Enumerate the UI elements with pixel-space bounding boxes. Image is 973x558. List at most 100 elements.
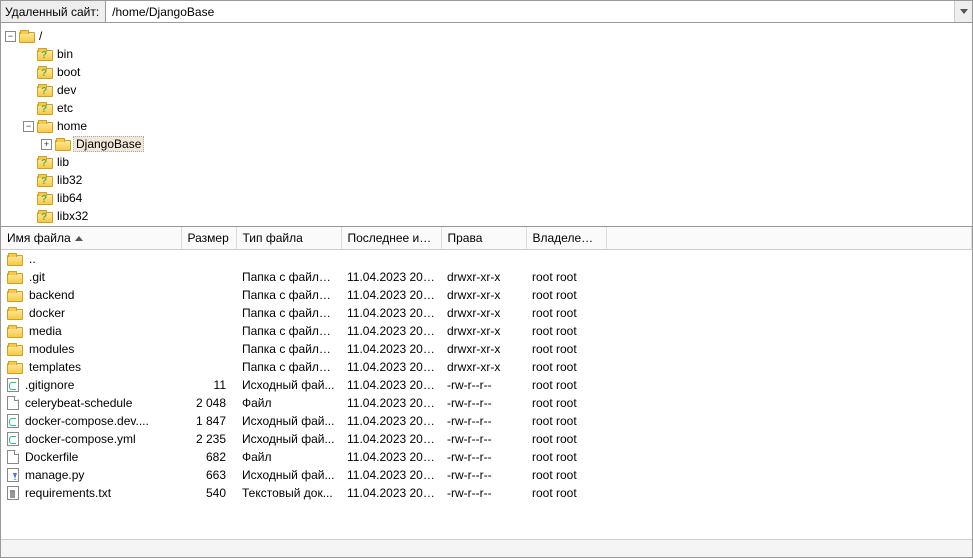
tree-node-label: bin — [55, 47, 73, 61]
tree-node[interactable]: etc — [1, 99, 972, 117]
tree-node[interactable]: dev — [1, 81, 972, 99]
cell-size — [181, 340, 236, 358]
file-name: templates — [29, 360, 81, 374]
tree-node-label: libx32 — [55, 209, 88, 223]
table-row[interactable]: Dockerfile682Файл11.04.2023 20:0...-rw-r… — [1, 448, 972, 466]
file-list-table: Имя файла Размер Тип файла Последнее из.… — [1, 227, 972, 502]
file-name: modules — [29, 342, 74, 356]
tree-node[interactable]: + DjangoBase — [1, 135, 972, 153]
file-icon — [7, 396, 19, 410]
tree-node[interactable]: bin — [1, 45, 972, 63]
col-header-date[interactable]: Последнее из... — [341, 227, 441, 250]
file-name: requirements.txt — [25, 486, 111, 500]
folder-icon — [7, 255, 23, 266]
cell-type: Исходный фай... — [236, 376, 341, 394]
cell-type: Папка с файла... — [236, 322, 341, 340]
collapse-icon[interactable]: − — [23, 121, 34, 132]
folder-q-icon — [37, 86, 53, 97]
file-a-icon — [7, 468, 19, 482]
cell-type: Папка с файла... — [236, 340, 341, 358]
tree-node[interactable]: libx32 — [1, 207, 972, 225]
folder-icon — [7, 345, 23, 356]
col-header-name[interactable]: Имя файла — [1, 227, 181, 250]
table-row[interactable]: backendПапка с файла...11.04.2023 20:0..… — [1, 286, 972, 304]
table-row[interactable]: templatesПапка с файла...11.04.2023 20:0… — [1, 358, 972, 376]
table-row[interactable]: modules Папка с файла...11.04.2023 20:0..… — [1, 340, 972, 358]
folder-icon — [7, 327, 23, 338]
cell-owner: root root — [526, 340, 606, 358]
table-row[interactable]: docker-compose.yml2 235Исходный фай...11… — [1, 430, 972, 448]
cell-owner — [526, 250, 606, 269]
tree-node[interactable]: lib64 — [1, 189, 972, 207]
folder-icon — [7, 309, 23, 320]
cell-owner: root root — [526, 466, 606, 484]
remote-tree[interactable]: − / bin boot devetc−home + DjangoBase lib lib3… — [1, 23, 972, 227]
cell-owner: root root — [526, 376, 606, 394]
cell-size — [181, 250, 236, 269]
file-icon — [7, 450, 19, 464]
file-name: docker-compose.dev.... — [25, 414, 149, 428]
folder-icon — [7, 363, 23, 374]
expand-icon[interactable]: + — [41, 139, 52, 150]
tree-node[interactable]: lib — [1, 153, 972, 171]
cell-type: Текстовый док... — [236, 484, 341, 502]
cell-date: 11.04.2023 20:0... — [341, 484, 441, 502]
cell-perm: drwxr-xr-x — [441, 340, 526, 358]
file-c-icon — [7, 414, 19, 428]
col-header-size[interactable]: Размер — [181, 227, 236, 250]
cell-date: 11.04.2023 20:0... — [341, 412, 441, 430]
tree-node[interactable]: lib32 — [1, 171, 972, 189]
tree-node-label: lib64 — [55, 191, 82, 205]
file-list-pane[interactable]: Имя файла Размер Тип файла Последнее из.… — [1, 227, 972, 539]
table-row[interactable]: dockerПапка с файла...11.04.2023 20:0...… — [1, 304, 972, 322]
col-header-perm[interactable]: Права — [441, 227, 526, 250]
cell-owner: root root — [526, 286, 606, 304]
table-row[interactable]: .gitПапка с файла...11.04.2023 20:0...dr… — [1, 268, 972, 286]
col-header-owner[interactable]: Владелец/Г... — [526, 227, 606, 250]
cell-date — [341, 250, 441, 269]
table-row[interactable]: docker-compose.dev....1 847Исходный фай.… — [1, 412, 972, 430]
collapse-icon[interactable]: − — [5, 31, 16, 42]
file-t-icon — [7, 486, 19, 500]
cell-size: 1 847 — [181, 412, 236, 430]
table-row[interactable]: manage.py663Исходный фай...11.04.2023 20… — [1, 466, 972, 484]
col-header-type[interactable]: Тип файла — [236, 227, 341, 250]
parent-dir-row[interactable]: .. — [1, 250, 972, 269]
path-dropdown-button[interactable] — [954, 1, 972, 22]
chevron-down-icon — [960, 9, 968, 14]
cell-owner: root root — [526, 268, 606, 286]
tree-node-label: DjangoBase — [73, 136, 144, 152]
cell-perm: -rw-r--r-- — [441, 466, 526, 484]
folder-icon — [37, 122, 53, 133]
cell-type — [236, 250, 341, 269]
cell-size — [181, 358, 236, 376]
cell-size: 540 — [181, 484, 236, 502]
tree-node[interactable]: boot — [1, 63, 972, 81]
cell-size: 682 — [181, 448, 236, 466]
cell-perm: -rw-r--r-- — [441, 430, 526, 448]
cell-perm: -rw-r--r-- — [441, 412, 526, 430]
tree-node-label: boot — [55, 65, 80, 79]
tree-node-label: lib32 — [55, 173, 82, 187]
table-row[interactable]: requirements.txt 540Текстовый док...11.04… — [1, 484, 972, 502]
file-name: Dockerfile — [25, 450, 78, 464]
cell-date: 11.04.2023 20:0... — [341, 322, 441, 340]
file-name: media — [29, 324, 62, 338]
tree-root[interactable]: − / — [1, 27, 972, 45]
file-c-icon — [7, 378, 19, 392]
tree-node-label: lib — [55, 155, 69, 169]
file-name: backend — [29, 288, 74, 302]
remote-path-input[interactable] — [106, 1, 954, 22]
cell-perm: drwxr-xr-x — [441, 268, 526, 286]
table-row[interactable]: celerybeat-schedule2 048Файл11.04.2023 2… — [1, 394, 972, 412]
cell-date: 11.04.2023 20:0... — [341, 340, 441, 358]
tree-node[interactable]: −home — [1, 117, 972, 135]
file-name: docker-compose.yml — [25, 432, 136, 446]
folder-q-icon — [37, 50, 53, 61]
cell-size — [181, 268, 236, 286]
table-row[interactable]: mediaПапка с файла...11.04.2023 20:0...d… — [1, 322, 972, 340]
table-row[interactable]: .gitignore11Исходный фай...11.04.2023 20… — [1, 376, 972, 394]
cell-perm — [441, 250, 526, 269]
cell-perm: drwxr-xr-x — [441, 304, 526, 322]
cell-type: Папка с файла... — [236, 304, 341, 322]
